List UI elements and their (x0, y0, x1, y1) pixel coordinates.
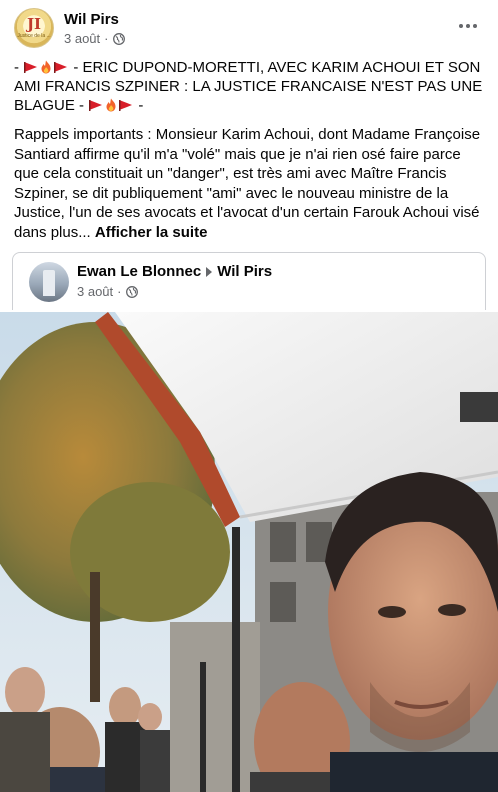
title-main: - ERIC DUPOND-MORETTI, AVEC KARIM ACHOUI… (14, 59, 483, 114)
triangular-flag-icon (54, 62, 68, 73)
fire-icon (106, 98, 116, 112)
page-name-link[interactable]: Wil Pirs (64, 11, 119, 28)
post-meta: 3 août · (64, 31, 125, 46)
post-date-link[interactable]: 3 août (64, 31, 100, 46)
photo-illustration (0, 312, 498, 792)
shared-date-link[interactable]: 3 août (77, 284, 113, 299)
see-more-link[interactable]: Afficher la suite (95, 224, 208, 241)
globe-icon (112, 32, 125, 45)
fire-icon (41, 60, 51, 74)
shared-meta-separator: · (117, 284, 122, 299)
avatar-subtext: Justice de la ... (17, 33, 51, 39)
arrow-right-icon (206, 266, 213, 277)
globe-icon (125, 285, 138, 298)
triangular-flag-icon (119, 100, 133, 111)
shared-from-name[interactable]: Ewan Le Blonnec (77, 263, 201, 280)
shared-to-name[interactable]: Wil Pirs (217, 263, 272, 280)
shared-author-avatar[interactable] (29, 262, 69, 302)
title-tail: - (134, 97, 144, 114)
shared-post-card[interactable]: Ewan Le Blonnec Wil Pirs 3 août · (12, 252, 486, 310)
post-photo[interactable] (0, 312, 498, 792)
more-options-icon[interactable] (454, 12, 482, 40)
shared-post-authors: Ewan Le Blonnec Wil Pirs (77, 263, 272, 280)
post-body-text: Rappels importants : Monsieur Karim Acho… (14, 126, 481, 241)
shared-post-meta: 3 août · (77, 284, 138, 299)
triangular-flag-icon (24, 62, 38, 73)
triangular-flag-icon (89, 100, 103, 111)
page-avatar[interactable]: JI Justice de la ... (14, 8, 54, 48)
meta-separator: · (104, 31, 109, 46)
post-title: - - ERIC DUPOND-MORETTI, AVEC KARIM ACHO… (14, 58, 484, 115)
post-header: JI Justice de la ... Wil Pirs 3 août · (14, 8, 484, 52)
post-body: Rappels importants : Monsieur Karim Acho… (14, 125, 486, 243)
title-lead: - (14, 59, 24, 76)
avatar-monogram: JI (26, 15, 42, 33)
